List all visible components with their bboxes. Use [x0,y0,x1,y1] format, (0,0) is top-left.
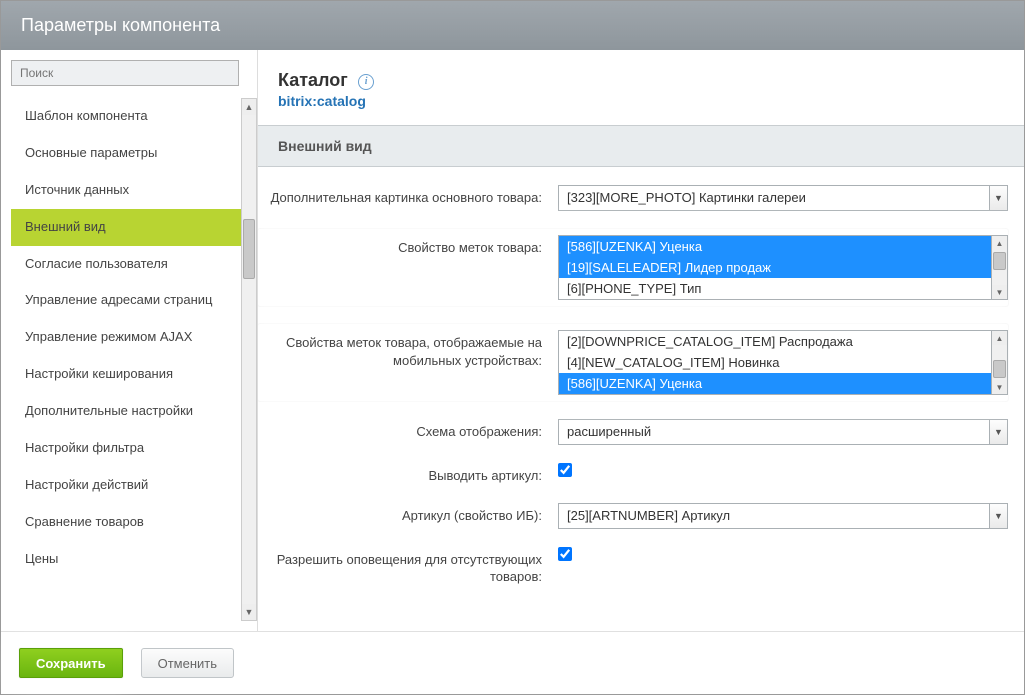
dialog-title: Параметры компонента [1,1,1024,50]
multiselect-option[interactable]: [2][DOWNPRICE_CATALOG_ITEM] Распродажа [559,331,991,352]
scrollbar-thumb[interactable] [993,360,1006,378]
multiselect-scrollbar[interactable]: ▲ ▼ [992,235,1008,300]
select-value: [323][MORE_PHOTO] Картинки галереи [559,186,1007,209]
main-header: Каталог i bitrix:catalog [258,50,1024,125]
label-label-props: Свойство меток товара: [258,235,558,257]
info-icon[interactable]: i [358,74,374,90]
label-additional-image: Дополнительная картинка основного товара… [258,185,558,207]
sidebar-scrollbar[interactable]: ▲ ▼ [241,98,257,621]
sidebar-item[interactable]: Настройки фильтра [11,430,241,467]
sidebar-item[interactable]: Шаблон компонента [11,98,241,135]
row-label-props: Свойство меток товара: [586][UZENKA] Уце… [258,229,1008,306]
label-allow-notify: Разрешить оповещения для отсутствующих т… [258,547,558,586]
main-panel: Каталог i bitrix:catalog Внешний вид Доп… [258,50,1024,631]
form: Дополнительная картинка основного товара… [258,167,1024,586]
dialog-content: Шаблон компонентаОсновные параметрыИсточ… [1,50,1024,631]
cancel-button[interactable]: Отменить [141,648,234,678]
sidebar-search [11,60,239,86]
scrollbar-thumb[interactable] [993,252,1006,270]
sidebar-item[interactable]: Дополнительные настройки [11,393,241,430]
chevron-down-icon: ▼ [989,504,1007,528]
sidebar: Шаблон компонентаОсновные параметрыИсточ… [1,50,258,631]
sidebar-item[interactable]: Управление режимом AJAX [11,319,241,356]
sidebar-item[interactable]: Настройки кеширования [11,356,241,393]
sidebar-item[interactable]: Цены [11,541,241,578]
scrollbar-thumb[interactable] [243,219,255,279]
sidebar-item[interactable]: Внешний вид [11,209,241,246]
row-additional-image: Дополнительная картинка основного товара… [258,185,1008,211]
multiselect-option[interactable]: [4][NEW_CATALOG_ITEM] Новинка [559,352,991,373]
save-button[interactable]: Сохранить [19,648,123,678]
label-sku-prop: Артикул (свойство ИБ): [258,503,558,525]
row-sku-prop: Артикул (свойство ИБ): [25][ARTNUMBER] А… [258,503,1008,529]
section-header: Внешний вид [258,125,1024,167]
row-mobile-label-props: Свойства меток товара, отображаемые на м… [258,324,1008,401]
component-id: bitrix:catalog [278,93,1004,109]
sidebar-item[interactable]: Основные параметры [11,135,241,172]
select-view-scheme[interactable]: расширенный ▼ [558,419,1008,445]
page-title: Каталог [278,70,348,91]
dialog-window: Параметры компонента Шаблон компонентаОс… [0,0,1025,695]
scroll-down-icon[interactable]: ▼ [992,285,1007,299]
chevron-down-icon: ▼ [989,420,1007,444]
label-view-scheme: Схема отображения: [258,419,558,441]
multiselect-option[interactable]: [6][PHONE_TYPE] Тип [559,278,991,299]
sidebar-item[interactable]: Настройки действий [11,467,241,504]
scroll-up-icon[interactable]: ▲ [992,331,1007,345]
label-show-sku: Выводить артикул: [258,463,558,485]
search-input[interactable] [11,60,239,86]
multiselect-option[interactable]: [586][UZENKA] Уценка [559,236,991,257]
row-view-scheme: Схема отображения: расширенный ▼ [258,419,1008,445]
chevron-down-icon: ▼ [989,186,1007,210]
row-allow-notify: Разрешить оповещения для отсутствующих т… [258,547,1008,586]
select-sku-prop[interactable]: [25][ARTNUMBER] Артикул ▼ [558,503,1008,529]
multiselect-option[interactable]: [19][SALELEADER] Лидер продаж [559,257,991,278]
select-value: расширенный [559,420,1007,443]
select-additional-image[interactable]: [323][MORE_PHOTO] Картинки галереи ▼ [558,185,1008,211]
multiselect-mobile-label-props[interactable]: [2][DOWNPRICE_CATALOG_ITEM] Распродажа[4… [558,330,992,395]
dialog-footer: Сохранить Отменить [1,631,1024,694]
multiselect-option[interactable]: [586][UZENKA] Уценка [559,373,991,394]
label-mobile-label-props: Свойства меток товара, отображаемые на м… [258,330,558,369]
multiselect-label-props[interactable]: [586][UZENKA] Уценка[19][SALELEADER] Лид… [558,235,992,300]
multiselect-scrollbar[interactable]: ▲ ▼ [992,330,1008,395]
sidebar-item[interactable]: Сравнение товаров [11,504,241,541]
sidebar-item[interactable]: Источник данных [11,172,241,209]
select-value: [25][ARTNUMBER] Артикул [559,504,1007,527]
sidebar-item[interactable]: Согласие пользователя [11,246,241,283]
scroll-up-icon[interactable]: ▲ [992,236,1007,250]
scroll-up-icon[interactable]: ▲ [242,99,256,115]
scroll-down-icon[interactable]: ▼ [242,604,256,620]
row-show-sku: Выводить артикул: [258,463,1008,485]
checkbox-show-sku[interactable] [558,463,572,477]
scroll-down-icon[interactable]: ▼ [992,380,1007,394]
sidebar-items: Шаблон компонентаОсновные параметрыИсточ… [11,98,241,621]
sidebar-item[interactable]: Управление адресами страниц [11,282,241,319]
checkbox-allow-notify[interactable] [558,547,572,561]
